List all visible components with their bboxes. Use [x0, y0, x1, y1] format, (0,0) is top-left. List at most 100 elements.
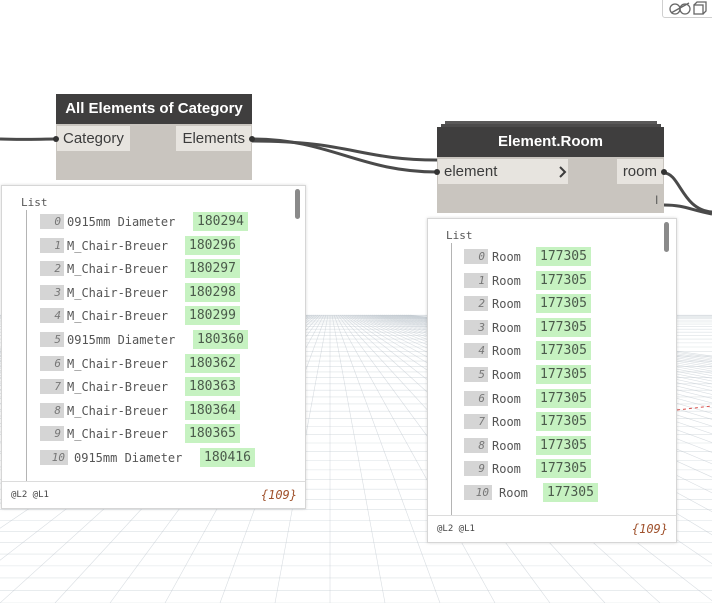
list-item-value[interactable]: 180299	[185, 306, 240, 326]
list-item-name: M_Chair-Breuer	[67, 285, 169, 300]
list-item-name: Room	[492, 250, 521, 264]
list-item-index: 5	[40, 332, 64, 347]
list-item-value[interactable]: 177305	[536, 412, 591, 432]
list-item-index: 4	[464, 343, 488, 359]
node-title: All Elements of Category	[56, 94, 252, 124]
list-item-name: 0915mm Diameter	[74, 451, 183, 465]
list-item-index: 2	[464, 296, 488, 312]
node-all-elements-of-category[interactable]: All Elements of Category Category Elemen…	[53, 94, 255, 180]
list-item-value[interactable]: 177305	[536, 317, 591, 337]
list-item-value[interactable]: 180360	[193, 330, 248, 349]
list-item-name: Room	[492, 368, 521, 382]
list-item-index: 0	[464, 249, 488, 264]
lacing-indicator[interactable]: l	[655, 193, 658, 207]
list-item-index: 4	[40, 308, 64, 324]
list-item-index: 0	[40, 214, 64, 229]
list-item-value[interactable]: 177305	[536, 341, 591, 361]
preview-footer: @L2 @L1 {109}	[2, 481, 305, 508]
list-item-index: 10	[40, 450, 68, 465]
list-item-value[interactable]: 180362	[185, 353, 240, 373]
list-item-value[interactable]: 180363	[185, 377, 240, 397]
list-item-index: 5	[464, 367, 488, 382]
node-title: Element.Room	[437, 127, 664, 157]
input-port-category[interactable]: Category	[57, 126, 130, 151]
input-port-label: element	[444, 163, 498, 180]
list-item-name: 0915mm Diameter	[67, 215, 176, 229]
chevron-right-icon	[559, 166, 567, 178]
list-label: List	[21, 196, 48, 209]
list-item-value[interactable]: 180416	[200, 448, 255, 467]
list-item-name: M_Chair-Breuer	[67, 356, 169, 371]
list-item-name: M_Chair-Breuer	[67, 427, 169, 442]
zoom-extents-icon[interactable]	[693, 1, 707, 15]
list-item-value[interactable]: 177305	[536, 388, 591, 408]
list-item-index: 3	[464, 319, 488, 335]
list-item-value[interactable]: 180296	[185, 235, 240, 255]
preview-bubble-room[interactable]: List 0 Room 177305 1 Room 177305 2 Room 177305 3 R…	[427, 218, 677, 543]
list-item-value[interactable]: 177305	[536, 435, 591, 455]
output-port-connector[interactable]	[661, 169, 667, 175]
list-item-index: 6	[40, 355, 64, 371]
list-item-index: 8	[464, 437, 488, 453]
list-item-value[interactable]: 177305	[536, 247, 591, 266]
preview-list: List 0 0915mm Diameter 180294 1 M_Chair-Breu…	[2, 186, 305, 481]
list-item-value[interactable]: 180364	[185, 400, 240, 420]
list-item-index: 9	[464, 461, 488, 477]
input-port-connector[interactable]	[53, 136, 59, 142]
list-item-name: M_Chair-Breuer	[67, 380, 169, 395]
list-item-value[interactable]: 180365	[185, 424, 240, 444]
list-levels: @L2 @L1	[437, 524, 475, 534]
preview-bubble-elements[interactable]: List 0 0915mm Diameter 180294 1 M_Chair-Breu…	[1, 185, 306, 509]
list-item-name: Room	[492, 391, 521, 406]
list-item-value[interactable]: 180294	[193, 212, 248, 231]
list-item-value[interactable]: 177305	[543, 483, 598, 502]
list-item-index: 10	[464, 485, 492, 500]
list-item-name: Room	[492, 320, 521, 335]
scrollbar[interactable]	[664, 222, 669, 252]
view-toolbar	[662, 0, 712, 18]
list-item-value[interactable]: 180298	[185, 282, 240, 302]
input-port-element[interactable]: element	[438, 159, 568, 184]
list-item-name: M_Chair-Breuer	[67, 262, 169, 277]
list-item-name: Room	[492, 462, 521, 477]
list-levels: @L2 @L1	[11, 490, 49, 500]
list-item-value[interactable]: 177305	[536, 459, 591, 479]
list-item-index: 9	[40, 426, 64, 442]
list-item-index: 1	[464, 272, 488, 288]
list-item-name: 0915mm Diameter	[67, 333, 176, 347]
list-item-name: M_Chair-Breuer	[67, 309, 169, 324]
item-count: {109}	[260, 488, 297, 502]
list-item-index: 7	[464, 414, 488, 430]
list-item-index: 7	[40, 379, 64, 395]
list-label: List	[446, 229, 473, 242]
list-item-name: Room	[492, 273, 521, 288]
list-item-value[interactable]: 177305	[536, 365, 591, 384]
output-port-room[interactable]: room	[616, 159, 663, 184]
list-item-name: M_Chair-Breuer	[67, 403, 169, 418]
wire-elements-to-element-2	[251, 139, 438, 162]
background-preview-icon[interactable]	[669, 1, 691, 15]
tree-line	[451, 243, 452, 515]
node-element-room[interactable]: Element.Room element room l	[434, 127, 667, 213]
list-item-index: 8	[40, 402, 64, 418]
list-item-name: Room	[492, 344, 521, 359]
input-port-connector[interactable]	[434, 169, 440, 175]
item-count: {109}	[631, 522, 668, 536]
list-item-name: Room	[492, 438, 521, 453]
scrollbar[interactable]	[295, 189, 300, 219]
list-item-value[interactable]: 177305	[536, 294, 591, 314]
list-item-index: 3	[40, 284, 64, 300]
list-item-name: Room	[492, 415, 521, 430]
list-item-value[interactable]: 177305	[536, 270, 591, 290]
list-item-name: Room	[492, 297, 521, 312]
preview-list: List 0 Room 177305 1 Room 177305 2 Room 177305 3 R…	[428, 219, 676, 515]
list-item-index: 2	[40, 261, 64, 277]
list-item-name: Room	[499, 486, 528, 500]
list-item-value[interactable]: 180297	[185, 259, 240, 279]
output-port-elements[interactable]: Elements	[176, 126, 251, 151]
list-item-index: 6	[464, 390, 488, 406]
wire-elements-to-element	[251, 137, 438, 174]
list-item-index: 1	[40, 237, 64, 253]
output-port-connector[interactable]	[249, 136, 255, 142]
preview-footer: @L2 @L1 {109}	[428, 515, 676, 542]
